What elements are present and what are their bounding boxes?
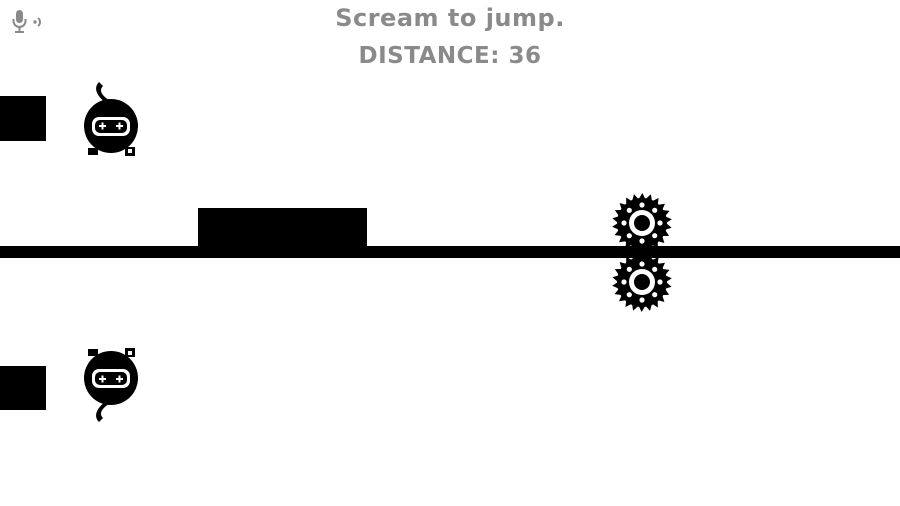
block-bottom	[0, 366, 46, 410]
ninja-gamepad-icon	[84, 82, 138, 156]
saw-blade-top	[612, 193, 672, 253]
ground-line	[0, 246, 900, 258]
player-bottom	[84, 348, 138, 422]
saw-blade-bottom	[612, 252, 672, 312]
ninja-gamepad-icon	[84, 348, 138, 422]
player-top	[84, 82, 138, 156]
game-world[interactable]	[0, 0, 900, 506]
block-top	[0, 96, 46, 141]
platform-obstacle	[198, 208, 367, 248]
